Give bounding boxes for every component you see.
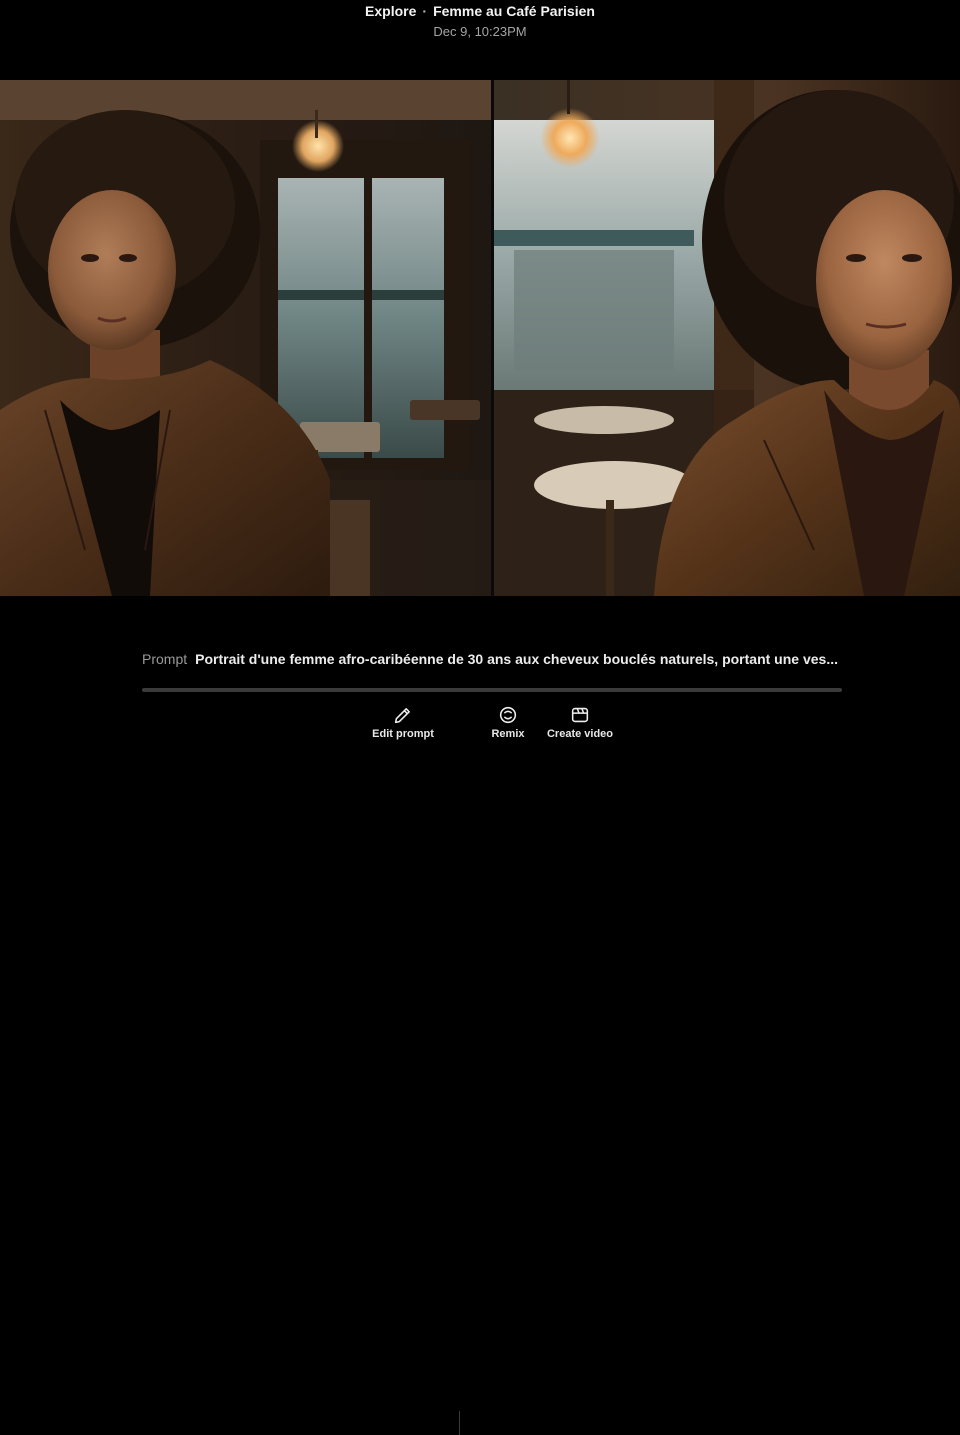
create-video-label: Create video bbox=[546, 728, 614, 740]
prompt-label: Prompt bbox=[142, 651, 188, 667]
edit-prompt-label: Edit prompt bbox=[372, 728, 434, 740]
action-bar: Edit prompt Remix Create video bbox=[0, 700, 960, 1435]
generated-image[interactable] bbox=[0, 80, 960, 596]
image-panel-left bbox=[0, 80, 491, 596]
remix-label: Remix bbox=[491, 728, 525, 740]
title-separator: · bbox=[422, 3, 428, 19]
title-row: Explore · Femme au Café Parisien bbox=[0, 2, 960, 20]
cafe-portrait-left bbox=[0, 80, 491, 596]
scroll-track[interactable] bbox=[142, 688, 842, 692]
header: Explore · Femme au Café Parisien Dec 9, 10… bbox=[0, 0, 960, 41]
cafe-portrait-right bbox=[494, 80, 960, 596]
pencil-icon bbox=[394, 708, 410, 724]
image-panel-right bbox=[494, 80, 960, 596]
page-title: Femme au Café Parisien bbox=[433, 3, 595, 19]
prompt-row: Prompt Portrait d'une femme afro-caribéen… bbox=[142, 650, 842, 668]
section-link[interactable]: Explore bbox=[365, 3, 416, 19]
action-divider bbox=[459, 1411, 460, 1435]
clapperboard-icon bbox=[571, 707, 589, 723]
timestamp: Dec 9, 10:23PM bbox=[433, 24, 527, 39]
create-video-button[interactable]: Create video bbox=[544, 700, 616, 740]
remix-button[interactable]: Remix bbox=[485, 700, 531, 740]
edit-prompt-button[interactable]: Edit prompt bbox=[368, 700, 438, 740]
prompt-text[interactable]: Portrait d'une femme afro-caribéenne de … bbox=[195, 651, 838, 667]
remix-icon bbox=[499, 706, 517, 724]
